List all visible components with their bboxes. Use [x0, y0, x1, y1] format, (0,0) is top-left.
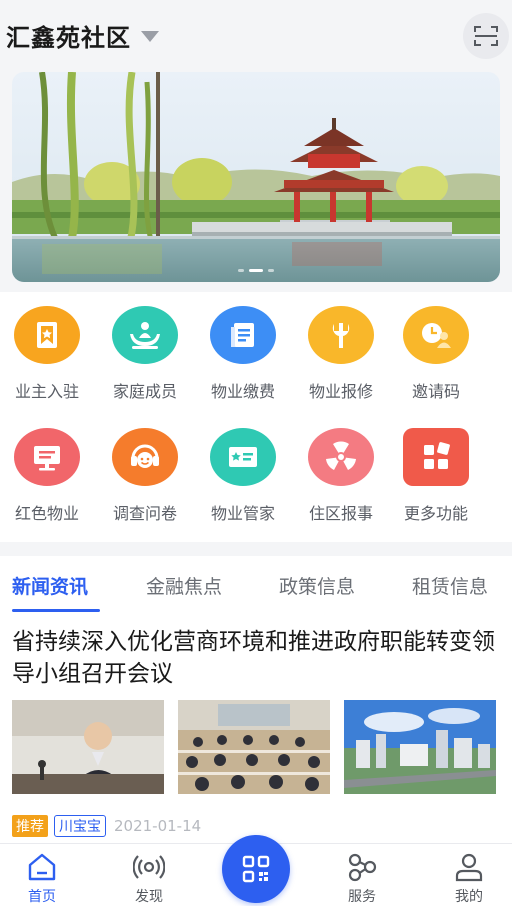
- service-label: 调查问卷: [112, 504, 177, 523]
- bill-document-icon: [210, 306, 276, 364]
- promo-banner[interactable]: [12, 72, 500, 282]
- nav-label: 发现: [135, 889, 163, 905]
- owner-badge-icon: [14, 306, 80, 364]
- news-section: 新闻资讯 金融焦点 政策信息 租赁信息 省持续深入优化营商环境和推进政府职能转变…: [0, 556, 512, 843]
- banner-dot[interactable]: [268, 269, 274, 272]
- nav-label: 首页: [28, 889, 56, 905]
- nav-label: 服务: [348, 889, 376, 905]
- nav-discover[interactable]: 发现: [114, 852, 184, 906]
- service-label: 业主入驻: [14, 382, 79, 401]
- service-label: 家庭成员: [112, 382, 177, 401]
- more-grid-icon: [403, 428, 469, 486]
- community-name: 汇鑫苑社区: [6, 24, 131, 52]
- nav-label: 我的: [455, 889, 483, 905]
- scan-button[interactable]: [463, 13, 509, 59]
- service-label: 物业报修: [308, 382, 373, 401]
- article-date: 2021-01-14: [114, 817, 202, 835]
- service-nodes-icon: [348, 853, 377, 882]
- service-label: 红色物业: [14, 504, 79, 523]
- service-butler[interactable]: 物业管家: [195, 414, 291, 524]
- service-family-members[interactable]: 家庭成员: [97, 292, 193, 402]
- article-thumbnails[interactable]: [12, 700, 501, 794]
- article-thumbnail: [344, 700, 496, 794]
- active-tab-indicator: [12, 609, 100, 612]
- banner-dot[interactable]: [238, 269, 244, 272]
- service-property-fee[interactable]: 物业缴费: [195, 292, 291, 402]
- service-label: 物业管家: [210, 504, 275, 523]
- nav-home[interactable]: 首页: [7, 852, 77, 906]
- community-selector[interactable]: 汇鑫苑社区: [6, 18, 159, 53]
- tab-policy[interactable]: 政策信息: [279, 572, 355, 599]
- qr-scan-icon: [242, 855, 270, 883]
- recommend-badge: 推荐: [12, 815, 48, 837]
- qr-scan-button[interactable]: [222, 835, 290, 903]
- butler-card-icon: [210, 428, 276, 486]
- service-grid: 业主入驻 家庭成员 物业缴费 物业报修 邀请码 红色物业 调查问卷 物业管家 住…: [0, 292, 512, 542]
- home-icon: [28, 853, 56, 881]
- banner-pavilion-image: [12, 72, 500, 282]
- tab-news[interactable]: 新闻资讯: [12, 572, 88, 599]
- radiation-icon: [308, 428, 374, 486]
- invite-clock-user-icon: [403, 306, 469, 364]
- family-hands-icon: [112, 306, 178, 364]
- article-thumbnail: [178, 700, 330, 794]
- caret-down-icon: [141, 31, 159, 42]
- article-title[interactable]: 省持续深入优化营商环境和推进政府职能转变领导小组召开会议: [12, 626, 502, 690]
- service-invite-code[interactable]: 邀请码: [388, 292, 484, 402]
- service-survey[interactable]: 调查问卷: [97, 414, 193, 524]
- service-label: 住区报事: [308, 504, 373, 523]
- nav-profile[interactable]: 我的: [434, 852, 504, 906]
- source-badge: 川宝宝: [54, 815, 106, 837]
- service-owner-join[interactable]: 业主入驻: [0, 292, 95, 402]
- banner-indicator: [12, 269, 500, 272]
- service-more[interactable]: 更多功能: [388, 414, 484, 524]
- discover-signal-icon: [133, 855, 165, 879]
- monitor-icon: [14, 428, 80, 486]
- news-tabs: 新闻资讯 金融焦点 政策信息 租赁信息: [0, 556, 512, 614]
- banner-dot-active[interactable]: [249, 269, 263, 272]
- app-screen: 汇鑫苑社区 业主入驻 家庭成员 物业缴费 物业报修 邀请码 红色物业 调查问卷 …: [0, 0, 512, 906]
- headset-smile-icon: [112, 428, 178, 486]
- service-label: 邀请码: [411, 382, 460, 401]
- wrench-icon: [308, 306, 374, 364]
- article-meta: 推荐 川宝宝 2021-01-14: [12, 815, 201, 837]
- tab-finance[interactable]: 金融焦点: [146, 572, 222, 599]
- service-red-property[interactable]: 红色物业: [0, 414, 95, 524]
- service-repair[interactable]: 物业报修: [293, 292, 389, 402]
- service-label: 更多功能: [403, 504, 468, 523]
- article-thumbnail: [12, 700, 164, 794]
- top-header: 汇鑫苑社区: [0, 0, 512, 72]
- tab-rental[interactable]: 租赁信息: [412, 572, 488, 599]
- profile-icon: [455, 853, 483, 882]
- scan-frame-icon: [474, 26, 498, 46]
- service-report-issue[interactable]: 住区报事: [293, 414, 389, 524]
- service-label: 物业缴费: [210, 382, 275, 401]
- bottom-nav: 首页 发现 服务 我的: [0, 835, 512, 906]
- nav-service[interactable]: 服务: [327, 852, 397, 906]
